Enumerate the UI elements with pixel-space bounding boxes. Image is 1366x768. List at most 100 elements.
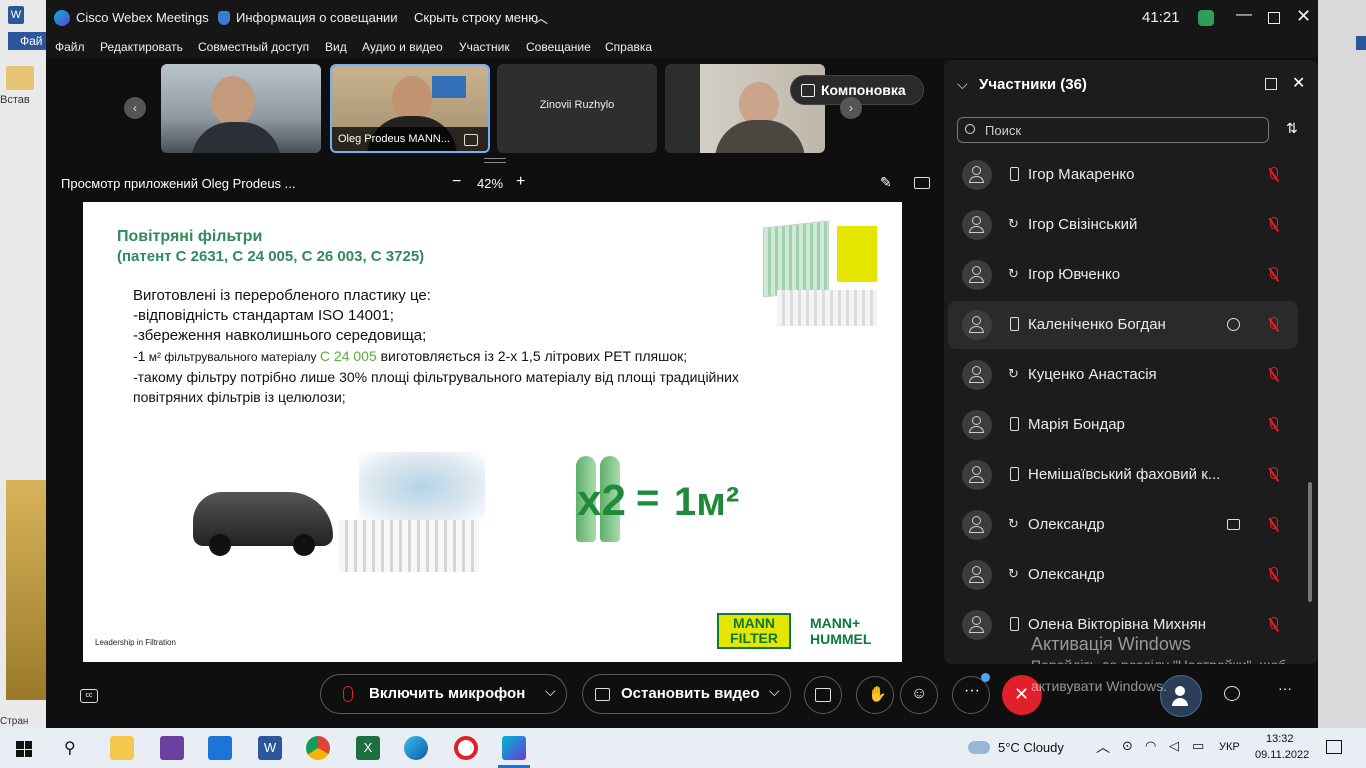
chevron-up-icon[interactable]: ︿ xyxy=(1096,737,1110,757)
participant-row[interactable]: Марія Бондар xyxy=(948,401,1298,449)
menu-share[interactable]: Совместный доступ xyxy=(198,40,309,54)
mute-button[interactable]: Включить микрофон ⌵ xyxy=(320,674,567,714)
language-indicator[interactable]: УКР xyxy=(1219,741,1240,753)
more-panels-icon[interactable]: ··· xyxy=(1278,680,1292,696)
desktop-wallpaper-strip xyxy=(6,480,46,700)
fullscreen-icon[interactable] xyxy=(914,177,930,189)
menu-file[interactable]: Файл xyxy=(55,40,85,54)
clock-time[interactable]: 13:32 xyxy=(1266,733,1294,745)
video-thumbnail-active-speaker[interactable]: Oleg Prodeus MANN... xyxy=(330,64,490,153)
participant-row[interactable]: ↻ Олександр xyxy=(948,501,1298,549)
popout-icon[interactable] xyxy=(1265,78,1277,90)
more-options-button[interactable]: ··· xyxy=(952,673,990,714)
menu-view[interactable]: Вид xyxy=(325,40,347,54)
save-app-icon[interactable] xyxy=(160,736,184,760)
menu-meeting[interactable]: Совещание xyxy=(526,40,591,54)
video-thumbnail[interactable]: Zinovii Ruzhylo xyxy=(497,64,657,153)
share-toolbar: Просмотр приложений Oleg Prodeus ... − 4… xyxy=(46,168,940,198)
captions-icon[interactable]: cc xyxy=(80,689,98,703)
mail-icon[interactable] xyxy=(208,736,232,760)
word-app-icon[interactable]: W xyxy=(258,736,282,760)
participant-name: Ігор Макаренко xyxy=(1028,166,1135,183)
menu-participant[interactable]: Участник xyxy=(459,40,510,54)
microphone-muted-icon[interactable] xyxy=(1266,366,1282,384)
notifications-icon[interactable] xyxy=(1326,740,1342,754)
chevron-left-icon[interactable]: ‹ xyxy=(124,97,146,119)
participant-row[interactable]: Немішаївський фаховий к... xyxy=(948,451,1298,499)
search-placeholder: Поиск xyxy=(985,123,1022,138)
reactions-button[interactable]: ☺ xyxy=(900,676,938,714)
file-explorer-icon[interactable] xyxy=(110,736,134,760)
chat-icon[interactable] xyxy=(1227,318,1240,331)
chevron-down-icon[interactable]: ⌵ xyxy=(545,683,556,700)
participant-row[interactable]: ↻ Ігор Свізінський xyxy=(948,201,1298,249)
microphone-muted-icon[interactable] xyxy=(1266,516,1282,534)
hide-menu-button[interactable]: Скрыть строку меню xyxy=(414,10,538,25)
raise-hand-button[interactable]: ✋ xyxy=(856,676,894,714)
microphone-muted-icon[interactable] xyxy=(1266,316,1282,334)
zoom-in-button[interactable]: + xyxy=(516,173,525,191)
microphone-muted-icon[interactable] xyxy=(1266,216,1282,234)
chevron-down-icon[interactable]: ⌵ xyxy=(769,683,780,700)
webex-taskbar-icon[interactable] xyxy=(502,736,526,760)
close-icon[interactable]: ✕ xyxy=(1296,6,1311,27)
participant-row[interactable]: ↻ Куценко Анастасія xyxy=(948,351,1298,399)
minimize-icon[interactable]: — xyxy=(1236,6,1252,24)
opera-icon[interactable] xyxy=(454,736,478,760)
chevron-right-icon[interactable]: › xyxy=(840,97,862,119)
multiplier-text: x2 xyxy=(577,476,626,525)
word-file-tab[interactable]: Фай xyxy=(8,32,46,50)
sync-audio-icon: ↻ xyxy=(1008,366,1019,381)
participant-name: Ігор Свізінський xyxy=(1028,216,1138,233)
slide-line: Виготовлені із переробленого пластику це… xyxy=(133,287,431,304)
video-thumbnail[interactable] xyxy=(161,64,321,153)
chrome-icon[interactable] xyxy=(306,736,330,760)
menu-edit[interactable]: Редактировать xyxy=(100,40,183,54)
chevron-down-icon[interactable]: ⌵ xyxy=(957,76,968,93)
scrollbar-thumb[interactable] xyxy=(1308,482,1312,602)
maximize-icon[interactable] xyxy=(1268,12,1280,24)
microphone-muted-icon[interactable] xyxy=(1266,566,1282,584)
search-icon[interactable]: ⚲ xyxy=(64,738,76,758)
app-title: Cisco Webex Meetings xyxy=(76,10,209,25)
sync-audio-icon: ↻ xyxy=(1008,266,1019,281)
wifi-icon[interactable]: ◠ xyxy=(1145,738,1156,754)
participants-icon-body xyxy=(1172,698,1188,706)
edge-icon[interactable] xyxy=(404,736,428,760)
chevron-up-icon[interactable]: ︿ xyxy=(534,8,548,28)
chat-icon[interactable] xyxy=(1224,686,1240,701)
sort-icon[interactable]: ⇅ xyxy=(1286,120,1298,137)
meeting-info-button[interactable]: Информация о совещании xyxy=(236,10,398,25)
people-icon[interactable]: ⊙ xyxy=(1122,738,1133,754)
video-button[interactable]: Остановить видео ⌵ xyxy=(582,674,791,714)
menu-audio-video[interactable]: Аудио и видео xyxy=(362,40,443,54)
microphone-muted-icon[interactable] xyxy=(1266,466,1282,484)
windows-start-icon[interactable] xyxy=(16,741,32,757)
sync-audio-icon: ↻ xyxy=(1008,516,1019,531)
participant-row[interactable]: ↻ Олександр xyxy=(948,551,1298,599)
annotate-icon[interactable]: ✎ xyxy=(880,174,892,191)
network-health-icon[interactable] xyxy=(1198,10,1214,26)
search-input[interactable]: Поиск xyxy=(957,117,1269,143)
close-panel-icon[interactable]: ✕ xyxy=(1292,73,1305,93)
participant-row[interactable]: Ігор Макаренко xyxy=(948,151,1298,199)
car-wheel xyxy=(209,534,231,556)
microphone-muted-icon[interactable] xyxy=(1266,166,1282,184)
resize-handle[interactable] xyxy=(484,158,506,163)
battery-icon[interactable]: ▭ xyxy=(1192,738,1204,754)
menu-help[interactable]: Справка xyxy=(605,40,652,54)
excel-icon[interactable]: X xyxy=(356,736,380,760)
speaker-icon[interactable]: ◁ xyxy=(1169,738,1179,754)
weather-text[interactable]: 5°C Cloudy xyxy=(998,740,1064,755)
share-content-button[interactable] xyxy=(804,676,842,714)
microphone-muted-icon[interactable] xyxy=(1266,266,1282,284)
clock-date[interactable]: 09.11.2022 xyxy=(1255,749,1309,761)
participant-row[interactable]: Каленіченко Богдан xyxy=(948,301,1298,349)
participant-row[interactable]: ↻ Ігор Ювченко xyxy=(948,251,1298,299)
participants-panel: ⌵ Участники (36) ✕ Поиск ⇅ Ігор Макаренк… xyxy=(944,60,1318,664)
microphone-muted-icon[interactable] xyxy=(1266,416,1282,434)
zoom-out-button[interactable]: − xyxy=(452,173,461,191)
microphone-muted-icon[interactable] xyxy=(1266,616,1282,634)
scrollbar[interactable] xyxy=(1305,152,1314,652)
video-camera-icon[interactable] xyxy=(1227,519,1240,530)
